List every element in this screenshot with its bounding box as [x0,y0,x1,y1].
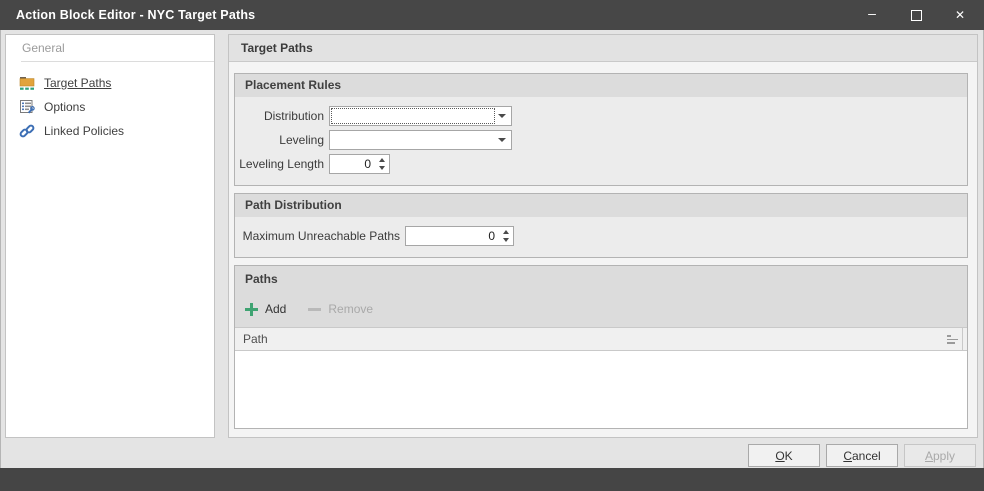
leveling-length-label: Leveling Length [235,157,324,171]
sidebar-item-linked-policies[interactable]: Linked Policies [6,119,214,143]
path-distribution-title: Path Distribution [235,194,967,217]
placement-rules-title: Placement Rules [235,74,967,97]
sidebar-item-label: Linked Policies [44,124,124,138]
distribution-label: Distribution [235,109,324,123]
sidebar-item-label: Target Paths [44,76,111,90]
ok-button[interactable]: OK [748,444,820,467]
sidebar-item-options[interactable]: Options [6,95,214,119]
remove-button-label: Remove [328,302,373,316]
ok-button-label: O [775,449,784,463]
distribution-combobox[interactable] [329,106,512,126]
maximize-button[interactable] [894,0,938,30]
paths-title: Paths [235,266,967,291]
path-distribution-group: Path Distribution Maximum Unreachable Pa… [234,193,968,258]
cancel-button-label-rest: ancel [852,449,881,463]
stepper-buttons [498,227,513,245]
options-list-icon [19,99,35,115]
distribution-input[interactable] [330,109,497,123]
dialog-body: General Target Paths [0,30,984,468]
minimize-icon: – [868,8,876,18]
leveling-combobox[interactable] [329,130,512,150]
sidebar-item-label: Options [44,100,85,114]
paths-group-header: Paths Add Remove [235,266,967,327]
chain-link-icon [19,123,35,139]
sort-lines-icon [947,335,958,344]
path-column-header[interactable]: Path [235,327,967,351]
ok-button-label-rest: K [785,449,793,463]
remove-path-button[interactable]: Remove [308,302,373,316]
spin-up-icon[interactable] [379,158,385,162]
max-unreachable-paths-stepper[interactable] [405,226,514,246]
max-unreachable-paths-label: Maximum Unreachable Paths [235,229,400,243]
sidebar-group-label: General [6,35,214,62]
leveling-length-input[interactable] [330,157,374,171]
close-button[interactable]: ✕ [938,0,982,30]
add-path-button[interactable]: Add [245,302,286,316]
apply-button-label-rest: pply [933,449,955,463]
spin-down-icon[interactable] [503,238,509,242]
placement-rules-group: Placement Rules Distribution Leveling [234,73,968,186]
paths-toolbar: Add Remove [235,291,967,327]
window-title: Action Block Editor - NYC Target Paths [16,8,255,22]
apply-button[interactable]: Apply [904,444,976,467]
minimize-button[interactable]: – [850,0,894,30]
close-icon: ✕ [955,8,965,22]
minus-icon [308,308,321,311]
main-panel: Target Paths Placement Rules Distributio… [228,34,978,438]
stepper-buttons [374,155,389,173]
add-button-label: Add [265,302,286,316]
leveling-input[interactable] [330,133,497,147]
path-column-label: Path [243,332,268,346]
plus-icon [245,303,258,316]
sidebar-items: Target Paths [6,62,214,143]
spin-up-icon[interactable] [503,230,509,234]
window-controls: – ✕ [850,0,982,30]
paths-table-body[interactable] [235,351,967,428]
titlebar: Action Block Editor - NYC Target Paths –… [0,0,984,30]
chevron-down-icon[interactable] [498,138,506,142]
leveling-label: Leveling [235,133,324,147]
max-unreachable-paths-input[interactable] [406,229,498,243]
chevron-down-icon[interactable] [498,114,506,118]
sidebar-item-target-paths[interactable]: Target Paths [6,71,214,95]
cancel-button[interactable]: Cancel [826,444,898,467]
sidebar: General Target Paths [5,34,215,438]
page-title: Target Paths [229,35,977,62]
paths-group: Paths Add Remove Path [234,265,968,429]
background-strip [0,468,984,491]
leveling-length-stepper[interactable] [329,154,390,174]
apply-button-label: A [925,449,933,463]
spin-down-icon[interactable] [379,166,385,170]
cancel-button-label: C [843,449,852,463]
maximize-icon [911,10,922,21]
folder-paths-icon [19,75,35,91]
